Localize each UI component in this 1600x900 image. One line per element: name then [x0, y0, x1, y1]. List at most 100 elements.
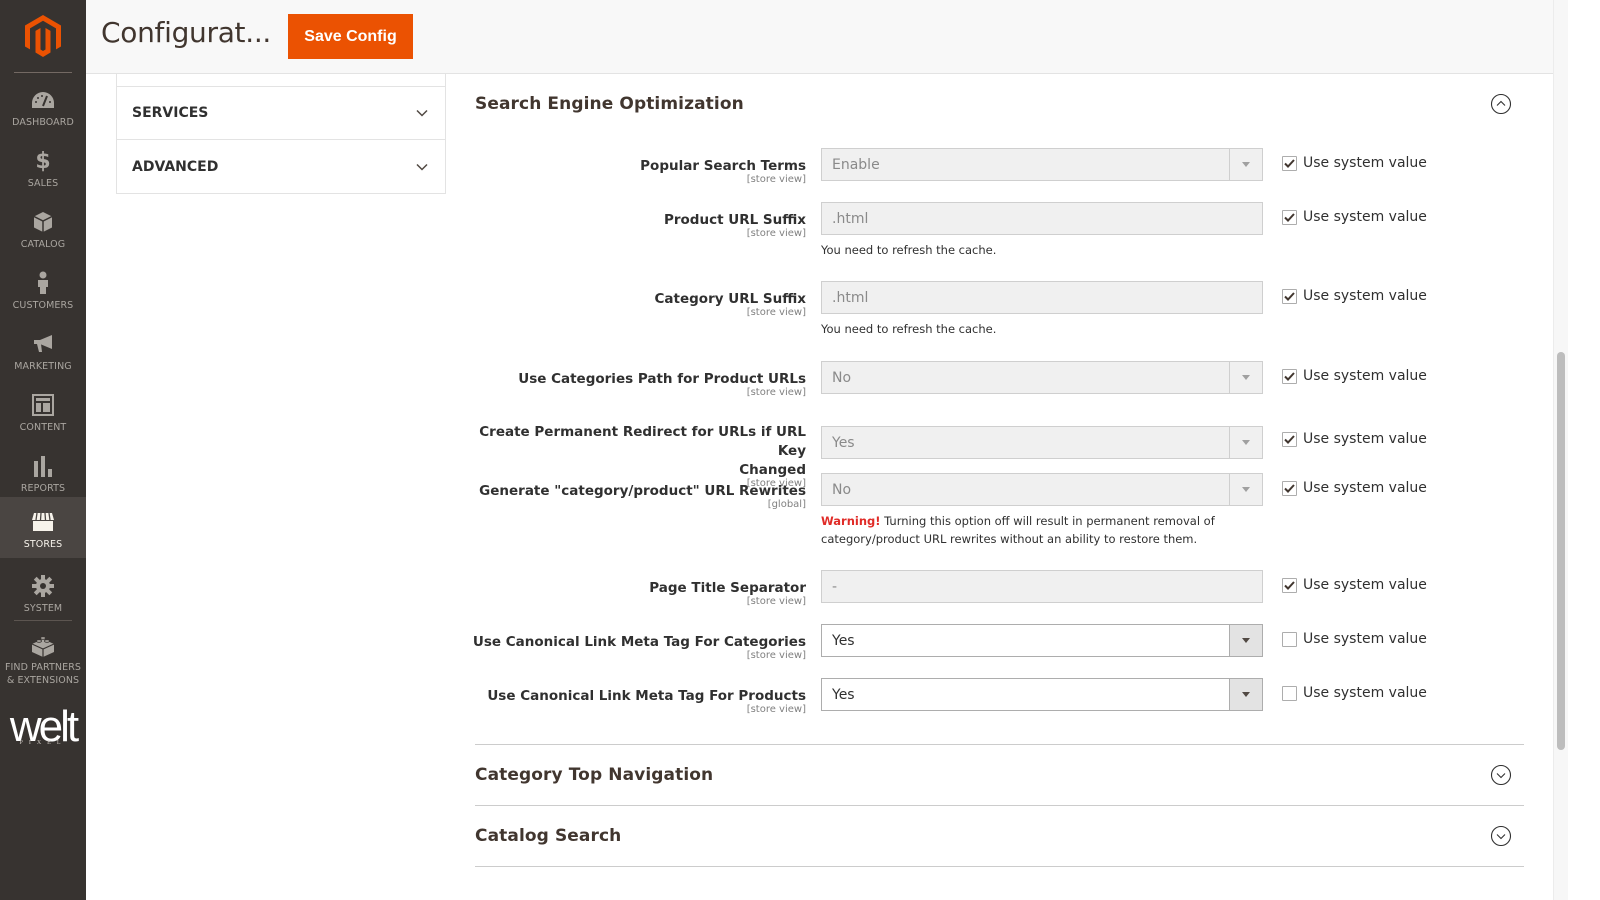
dropdown-arrow-icon [1229, 362, 1262, 393]
field-warning-note: Warning! Turning this option off will re… [821, 512, 1263, 548]
section-header-category-top-navigation[interactable]: Category Top Navigation [475, 745, 1524, 805]
nav-item-catalog[interactable]: CATALOG [0, 200, 86, 261]
input-value: .html [832, 210, 869, 227]
expand-circle-icon[interactable] [1490, 825, 1512, 847]
field-label: Create Permanent Redirect for URLs if UR… [466, 423, 806, 489]
bar-chart-icon [30, 454, 56, 478]
nav-item-content[interactable]: CONTENT [0, 383, 86, 444]
nav-label: CATALOG [20, 239, 66, 250]
section-divider [475, 866, 1524, 867]
use-system-value-checkbox[interactable]: Use system value [1282, 368, 1427, 384]
checkbox-checked-icon[interactable] [1282, 155, 1297, 171]
dropdown-arrow-icon [1229, 149, 1262, 180]
use-system-value-checkbox[interactable]: Use system value [1282, 431, 1427, 447]
config-tabs: SERVICES ADVANCED [116, 74, 446, 194]
layout-icon [30, 393, 56, 417]
dropdown-arrow-icon [1229, 427, 1262, 458]
checkbox-unchecked-icon[interactable] [1282, 631, 1297, 647]
section-header-catalog-search[interactable]: Catalog Search [475, 806, 1524, 866]
dropdown-arrow-icon [1229, 474, 1262, 505]
checkbox-label: Use system value [1303, 288, 1427, 304]
field-scope: [store view] [746, 174, 806, 185]
field-note: You need to refresh the cache. [821, 243, 997, 257]
save-config-button[interactable]: Save Config [288, 14, 413, 59]
field-scope: [store view] [746, 307, 806, 318]
select-value: Yes [832, 632, 855, 649]
use-system-value-checkbox[interactable]: Use system value [1282, 480, 1427, 496]
magento-logo-icon [25, 15, 61, 57]
section-title: Search Engine Optimization [475, 94, 744, 114]
field-label-text: Generate "category/product" URL Rewrites [479, 483, 806, 499]
use-system-value-checkbox[interactable]: Use system value [1282, 685, 1427, 701]
nav-divider [14, 72, 72, 73]
nav-item-sales[interactable]: $ SALES [0, 139, 86, 200]
checkbox-checked-icon[interactable] [1282, 288, 1297, 304]
nav-label: SYSTEM [23, 603, 63, 614]
page-title-separator-input[interactable]: - [821, 570, 1263, 603]
use-system-value-checkbox[interactable]: Use system value [1282, 155, 1427, 171]
nav-item-dashboard[interactable]: DASHBOARD [0, 78, 86, 139]
tab-label: SERVICES [132, 105, 209, 121]
box-icon [30, 210, 56, 234]
tab-services[interactable]: SERVICES [117, 87, 445, 140]
permanent-redirect-select[interactable]: Yes [821, 426, 1263, 459]
field-scope: [global] [767, 499, 806, 510]
generate-url-rewrites-select[interactable]: No [821, 473, 1263, 506]
tab-advanced[interactable]: ADVANCED [117, 140, 445, 193]
input-value: - [832, 578, 838, 595]
nav-item-marketing[interactable]: MARKETING [0, 322, 86, 383]
checkbox-checked-icon[interactable] [1282, 431, 1297, 447]
use-system-value-checkbox[interactable]: Use system value [1282, 288, 1427, 304]
use-categories-path-select[interactable]: No [821, 361, 1263, 394]
nav-label: SALES [27, 178, 59, 189]
field-label: Use Categories Path for Product URLs [st… [466, 370, 806, 398]
checkbox-label: Use system value [1303, 368, 1427, 384]
chevron-down-icon [416, 109, 428, 117]
checkbox-label: Use system value [1303, 480, 1427, 496]
nav-item-reports[interactable]: REPORTS [0, 444, 86, 505]
tab-label: ADVANCED [132, 158, 219, 175]
select-value: Yes [832, 686, 855, 703]
canonical-products-select[interactable]: Yes [821, 678, 1263, 711]
section-title: Catalog Search [475, 826, 622, 846]
checkbox-label: Use system value [1303, 431, 1427, 447]
magento-logo[interactable] [0, 0, 86, 72]
select-value: Yes [832, 434, 855, 451]
nav-label: CONTENT [19, 422, 67, 433]
field-scope: [store view] [746, 596, 806, 607]
use-system-value-checkbox[interactable]: Use system value [1282, 631, 1427, 647]
collapse-circle-icon[interactable] [1490, 93, 1512, 115]
select-value: No [832, 481, 852, 498]
scrollbar-thumb[interactable] [1557, 352, 1565, 750]
dollar-icon: $ [35, 148, 51, 174]
section-header-seo[interactable]: Search Engine Optimization [475, 74, 1524, 134]
megaphone-icon [30, 332, 56, 356]
page-edge [1568, 0, 1600, 900]
nav-item-stores[interactable]: STORES [0, 497, 86, 558]
field-label: Use Canonical Link Meta Tag For Products… [466, 687, 806, 715]
popular-search-terms-select[interactable]: Enable [821, 148, 1263, 181]
field-label: Product URL Suffix [store view] [466, 211, 806, 239]
nav-divider [14, 620, 72, 621]
person-icon [30, 271, 56, 295]
dropdown-arrow-icon [1229, 625, 1262, 656]
category-url-suffix-input[interactable]: .html [821, 281, 1263, 314]
expand-circle-icon[interactable] [1490, 764, 1512, 786]
nav-item-system[interactable]: SYSTEM [0, 564, 86, 625]
product-url-suffix-input[interactable]: .html [821, 202, 1263, 235]
use-system-value-checkbox[interactable]: Use system value [1282, 209, 1427, 225]
checkbox-checked-icon[interactable] [1282, 480, 1297, 496]
checkbox-checked-icon[interactable] [1282, 209, 1297, 225]
checkbox-checked-icon[interactable] [1282, 577, 1297, 593]
use-system-value-checkbox[interactable]: Use system value [1282, 577, 1427, 593]
checkbox-label: Use system value [1303, 631, 1427, 647]
canonical-categories-select[interactable]: Yes [821, 624, 1263, 657]
nav-item-customers[interactable]: CUSTOMERS [0, 261, 86, 322]
checkbox-unchecked-icon[interactable] [1282, 685, 1297, 701]
checkbox-label: Use system value [1303, 155, 1427, 171]
dropdown-arrow-icon [1229, 679, 1262, 710]
section-title: Category Top Navigation [475, 765, 714, 785]
nav-item-find-partners[interactable]: FIND PARTNERS & EXTENSIONS [0, 625, 86, 686]
checkbox-checked-icon[interactable] [1282, 368, 1297, 384]
page-title: Configurat... [101, 16, 272, 49]
